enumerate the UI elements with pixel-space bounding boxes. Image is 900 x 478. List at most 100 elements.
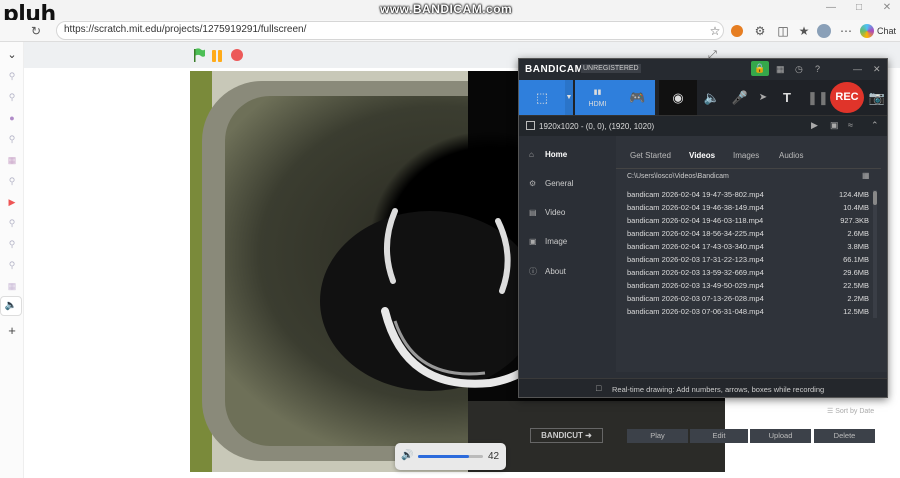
pause-icon[interactable]	[211, 50, 223, 62]
delete-button[interactable]: Delete	[814, 429, 875, 443]
bandicut-button[interactable]: BANDICUT ➜	[530, 428, 603, 443]
close-icon[interactable]: ✕	[873, 64, 881, 75]
tab-get-started[interactable]: Get Started	[630, 151, 671, 160]
nav-general[interactable]: ⚙ General	[529, 179, 573, 188]
file-row[interactable]: bandicam 2026-02-03 13-49-50-029.mp4 22.5…	[627, 279, 869, 292]
file-row[interactable]: bandicam 2026-02-04 18-56-34-225.mp4 2.6M…	[627, 227, 869, 240]
file-name: bandicam 2026-02-04 19-46-03-118.mp4	[627, 216, 764, 225]
clock-icon[interactable]: ◷	[795, 64, 803, 75]
edit-button[interactable]: Edit	[690, 429, 748, 443]
file-row[interactable]: bandicam 2026-02-03 07-06-31-048.mp4 12.5…	[627, 305, 869, 318]
nav-about[interactable]: ⓘ About	[529, 266, 566, 277]
bandicam-watermark: www.BANDICAM.com	[380, 2, 513, 16]
file-row[interactable]: bandicam 2026-02-04 17-43-03-340.mp4 3.8M…	[627, 240, 869, 253]
unregistered-badge[interactable]: UNREGISTERED	[581, 64, 641, 73]
pause-icon[interactable]: ❚❚	[807, 80, 829, 115]
file-row[interactable]: bandicam 2026-02-03 13-59-32-669.mp4 29.6…	[627, 266, 869, 279]
file-name: bandicam 2026-02-04 19-47-35-802.mp4	[627, 190, 764, 199]
minimize-icon[interactable]: —	[825, 3, 837, 13]
search-icon[interactable]: ⚲	[6, 259, 18, 271]
nav-home[interactable]: ⌂ Home	[529, 150, 567, 159]
upload-button[interactable]: Upload	[750, 429, 811, 443]
search-icon[interactable]: ⚲	[6, 91, 18, 103]
split-screen-icon[interactable]: ◫	[775, 23, 791, 39]
search-icon[interactable]: ⚲	[6, 133, 18, 145]
speaker-icon[interactable]: 🔊	[401, 450, 413, 461]
favorites-icon[interactable]: ★	[796, 23, 812, 39]
copilot-icon[interactable]	[860, 24, 874, 38]
screen-mode-button[interactable]: ⬚	[519, 80, 565, 115]
device-mode-button[interactable]: ▮▮ HDMI	[575, 80, 620, 115]
file-name: bandicam 2026-02-03 17-31-22-123.mp4	[627, 255, 764, 264]
stop-icon[interactable]	[231, 49, 243, 61]
display-icon[interactable]: ▣	[830, 120, 839, 131]
more-icon[interactable]: ⋯	[838, 23, 854, 39]
volume-slider[interactable]	[418, 455, 483, 458]
folder-icon[interactable]: ▦	[862, 171, 870, 180]
volume-control[interactable]: 🔊 42	[395, 443, 506, 470]
sort-by-date[interactable]: ☰ Sort by Date	[827, 407, 874, 415]
puzzle-icon[interactable]: ⚙	[752, 23, 768, 39]
nav-video[interactable]: ▤ Video	[529, 208, 565, 217]
audio-wave-icon[interactable]: ≈	[848, 120, 853, 130]
youtube-icon[interactable]: ▶	[6, 196, 18, 208]
search-icon[interactable]: ⚲	[6, 70, 18, 82]
folder-icon[interactable]: ▦	[776, 64, 785, 75]
help-icon[interactable]: ?	[815, 64, 820, 74]
profile-icon[interactable]	[817, 24, 831, 38]
microphone-icon[interactable]: 🎤	[729, 80, 751, 115]
output-folder-path[interactable]: C:\Users\losco\Videos\Bandicam	[627, 170, 879, 184]
plus-icon[interactable]: +	[6, 324, 18, 337]
file-row[interactable]: bandicam 2026-02-04 19-46-38-149.mp4 10.4…	[627, 201, 869, 214]
star-icon[interactable]: ☆	[707, 23, 723, 39]
search-icon[interactable]: ⚲	[6, 238, 18, 250]
search-icon[interactable]: ⚲	[6, 217, 18, 229]
cursor-icon[interactable]: ➤	[755, 80, 771, 115]
text-tool-icon[interactable]: T	[777, 80, 797, 115]
chevron-down-icon[interactable]: ▼	[565, 80, 573, 115]
close-icon[interactable]: ✕	[881, 3, 893, 13]
chevron-down-icon[interactable]: ⌄	[6, 49, 18, 61]
camera-icon[interactable]: 📷	[867, 80, 887, 115]
green-flag-icon[interactable]	[193, 48, 205, 62]
grid-icon[interactable]: ▦	[6, 280, 18, 292]
refresh-icon[interactable]: ↻	[28, 23, 44, 39]
rec-button[interactable]: REC	[830, 82, 864, 113]
url-text[interactable]: https://scratch.mit.edu/projects/1275919…	[64, 24, 306, 35]
chat-button[interactable]: Chat	[877, 26, 896, 36]
file-size: 10.4MB	[843, 203, 869, 212]
extension-orange-icon[interactable]	[731, 25, 743, 37]
bandicam-nav: ⌂ Home ⚙ General ▤ Video ▣ Image ⓘ About BAND…	[519, 136, 616, 443]
file-name: bandicam 2026-02-04 17-43-03-340.mp4	[627, 242, 764, 251]
file-size: 2.2MB	[847, 294, 869, 303]
file-row[interactable]: bandicam 2026-02-03 17-31-22-123.mp4 66.1…	[627, 253, 869, 266]
home-icon: ⌂	[529, 150, 534, 159]
circle-icon[interactable]: ●	[6, 112, 18, 124]
scrollbar[interactable]	[873, 190, 877, 318]
tab-divider	[616, 168, 881, 169]
speaker-icon[interactable]: 🔈	[701, 80, 723, 115]
tab-images[interactable]: Images	[733, 151, 759, 160]
file-row[interactable]: bandicam 2026-02-04 19-47-35-802.mp4 124.…	[627, 188, 869, 201]
file-name: bandicam 2026-02-03 13-49-50-029.mp4	[627, 281, 764, 290]
lock-icon[interactable]: 🔒	[751, 61, 769, 76]
speaker-icon[interactable]: 🔈	[0, 296, 22, 316]
grid-icon[interactable]: ▦	[6, 154, 18, 166]
minimize-icon[interactable]: —	[853, 64, 862, 74]
nav-image[interactable]: ▣ Image	[529, 237, 567, 246]
bandicam-logo: BANDICAM	[525, 64, 584, 75]
tab-videos[interactable]: Videos	[689, 151, 715, 160]
scrollbar-thumb[interactable]	[873, 191, 877, 205]
webcam-icon[interactable]: ◉	[659, 80, 697, 115]
tab-audios[interactable]: Audios	[779, 151, 803, 160]
file-row[interactable]: bandicam 2026-02-04 19-46-03-118.mp4 927.…	[627, 214, 869, 227]
game-mode-button[interactable]: 🎮	[620, 80, 655, 115]
maximize-icon[interactable]: □	[853, 3, 865, 13]
collapse-icon[interactable]: ⌃	[871, 120, 879, 131]
search-icon[interactable]: ⚲	[6, 175, 18, 187]
status-text[interactable]: Real-time drawing: Add numbers, arrows, …	[612, 385, 824, 394]
file-row[interactable]: bandicam 2026-02-03 07-13-26-028.mp4 2.2M…	[627, 292, 869, 305]
play-button[interactable]: Play	[627, 429, 688, 443]
volume-value: 42	[488, 451, 500, 462]
video-icon[interactable]: ▶	[811, 120, 818, 131]
